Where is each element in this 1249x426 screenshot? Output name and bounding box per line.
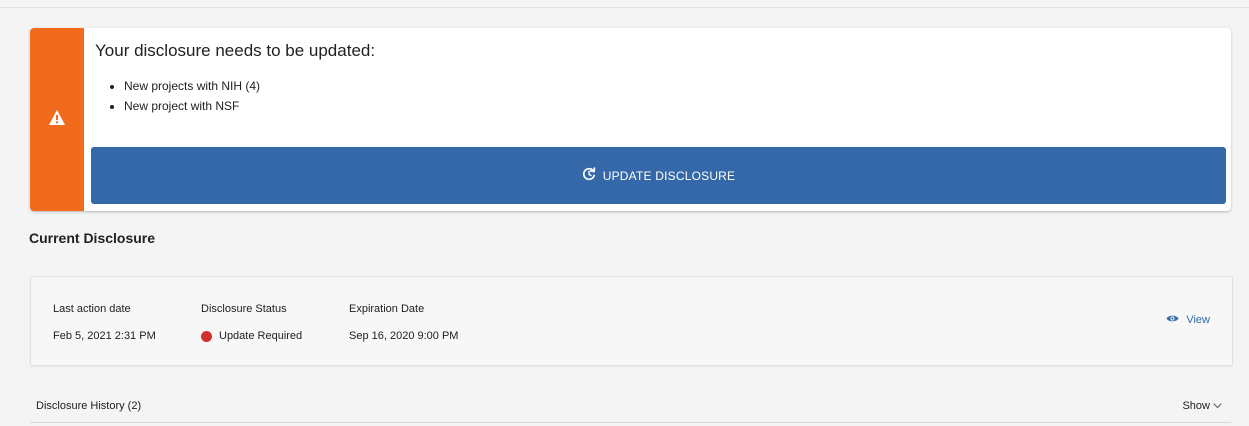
status-field: Disclosure Status Update Required — [201, 302, 302, 343]
status-label: Disclosure Status — [201, 303, 287, 315]
last-action-field: Last action date Feb 5, 2021 2:31 PM — [53, 302, 156, 343]
update-alert-card: Your disclosure needs to be updated: New… — [30, 28, 1231, 211]
last-action-value: Feb 5, 2021 2:31 PM — [53, 330, 156, 342]
status-text: Update Required — [219, 330, 303, 342]
last-action-label: Last action date — [53, 303, 131, 315]
show-history-toggle[interactable]: Show — [1182, 400, 1222, 412]
refresh-icon — [582, 167, 596, 184]
alert-items-list: New projects with NIH (4) New project wi… — [108, 76, 260, 116]
show-label: Show — [1182, 400, 1210, 412]
view-link[interactable]: View — [1166, 314, 1210, 326]
status-value: Update Required — [201, 329, 302, 343]
update-disclosure-button[interactable]: UPDATE DISCLOSURE — [91, 147, 1226, 204]
expiration-value: Sep 16, 2020 9:00 PM — [349, 330, 459, 342]
alert-item: New projects with NIH (4) — [124, 76, 260, 96]
top-divider — [0, 7, 1249, 8]
view-label: View — [1186, 314, 1210, 326]
warning-icon — [48, 109, 66, 131]
alert-stripe — [30, 28, 84, 211]
alert-title: Your disclosure needs to be updated: — [95, 41, 376, 60]
expiration-field: Expiration Date Sep 16, 2020 9:00 PM — [349, 302, 458, 343]
chevron-down-icon — [1213, 400, 1222, 412]
status-dot-icon — [201, 330, 212, 342]
current-disclosure-heading: Current Disclosure — [29, 230, 156, 246]
expiration-label: Expiration Date — [349, 303, 425, 315]
update-disclosure-label: UPDATE DISCLOSURE — [602, 168, 736, 183]
history-label: Disclosure History (2) — [36, 400, 142, 412]
disclosure-history-row[interactable]: Disclosure History (2) Show — [30, 392, 1231, 423]
current-disclosure-card: Last action date Feb 5, 2021 2:31 PM Dis… — [30, 276, 1233, 366]
eye-icon — [1166, 314, 1179, 326]
alert-item: New project with NSF — [124, 96, 260, 116]
